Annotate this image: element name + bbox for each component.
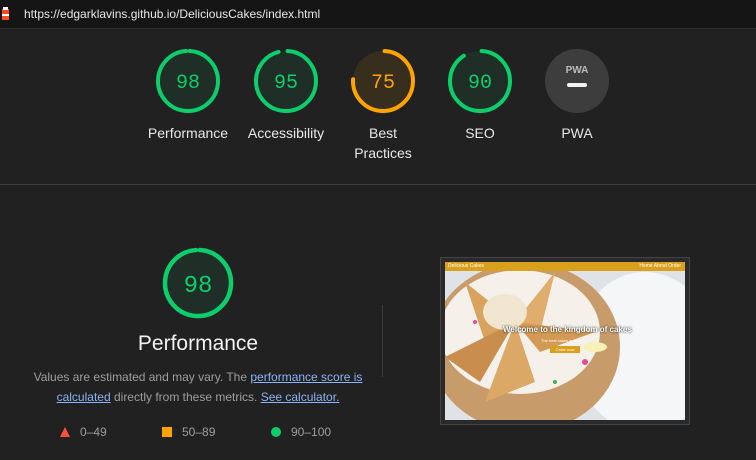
- score-value: 75: [371, 72, 395, 95]
- gauge-best-practices[interactable]: 75 Best Practices: [333, 48, 433, 163]
- screenshot-page: Delicious Cakes Home About Order Welcome…: [445, 262, 685, 420]
- legend-range: 90–100: [291, 425, 332, 439]
- score-value: 90: [468, 72, 492, 95]
- desc-text-mid: directly from these metrics.: [110, 390, 261, 404]
- gauge-seo[interactable]: 90 SEO: [430, 48, 530, 143]
- gauge-pwa[interactable]: PWA PWA: [527, 48, 627, 143]
- gauge-label: Performance: [147, 125, 229, 141]
- hero-title: Welcome to the kingdom of cakes: [503, 325, 632, 334]
- site-links: Home About Order: [639, 263, 681, 269]
- score-value: 98: [176, 72, 200, 95]
- site-navbar: Delicious Cakes Home About Order: [445, 262, 685, 271]
- score-ring: 75: [351, 48, 415, 113]
- score-ring: 95: [254, 48, 318, 113]
- category-gauges: 98 Performance 95 Accessibility 75 Best …: [0, 48, 756, 168]
- gauge-label: SEO: [465, 125, 495, 141]
- score-ring: 90: [448, 48, 512, 113]
- browser-topbar: https://edgarklavins.github.io/Delicious…: [0, 0, 756, 29]
- score-ring: 98: [156, 48, 220, 113]
- legend-range: 50–89: [182, 425, 216, 439]
- score-legend: 0–49 50–89 90–100: [0, 425, 400, 441]
- performance-gauge: 98: [161, 246, 235, 325]
- desc-text-start: Values are estimated and may vary. The: [33, 370, 251, 384]
- gauge-label: PWA: [561, 125, 593, 141]
- pwa-badge-text: PWA: [566, 65, 589, 76]
- pwa-badge-icon: PWA: [545, 49, 609, 113]
- score-ring: 98: [162, 247, 234, 319]
- section-divider: [0, 184, 756, 185]
- hero-subtitle: The best cakes in town: [541, 338, 582, 343]
- lighthouse-icon: [2, 7, 9, 20]
- square-icon: [162, 427, 172, 437]
- final-screenshot[interactable]: Delicious Cakes Home About Order Welcome…: [440, 257, 690, 425]
- legend-pass: 90–100: [271, 425, 331, 439]
- gauge-accessibility[interactable]: 95 Accessibility: [236, 48, 336, 143]
- performance-description: Values are estimated and may vary. The p…: [30, 367, 366, 407]
- circle-icon: [271, 427, 281, 437]
- see-calculator-link[interactable]: See calculator.: [261, 390, 340, 404]
- gauge-performance[interactable]: 98 Performance: [138, 48, 238, 143]
- vertical-divider: [382, 305, 383, 377]
- legend-average: 50–89: [162, 425, 215, 439]
- legend-fail: 0–49: [60, 425, 107, 439]
- legend-range: 0–49: [80, 425, 107, 439]
- page-url[interactable]: https://edgarklavins.github.io/Delicious…: [24, 7, 320, 21]
- gauge-label: Accessibility: [247, 125, 325, 141]
- triangle-icon: [60, 427, 70, 437]
- site-brand: Delicious Cakes: [448, 263, 484, 269]
- performance-score: 98: [184, 273, 213, 300]
- performance-title: Performance: [137, 332, 259, 355]
- gauge-label: Best Practices: [354, 125, 412, 161]
- hero-button: Order now: [550, 346, 580, 353]
- score-value: 95: [274, 72, 298, 95]
